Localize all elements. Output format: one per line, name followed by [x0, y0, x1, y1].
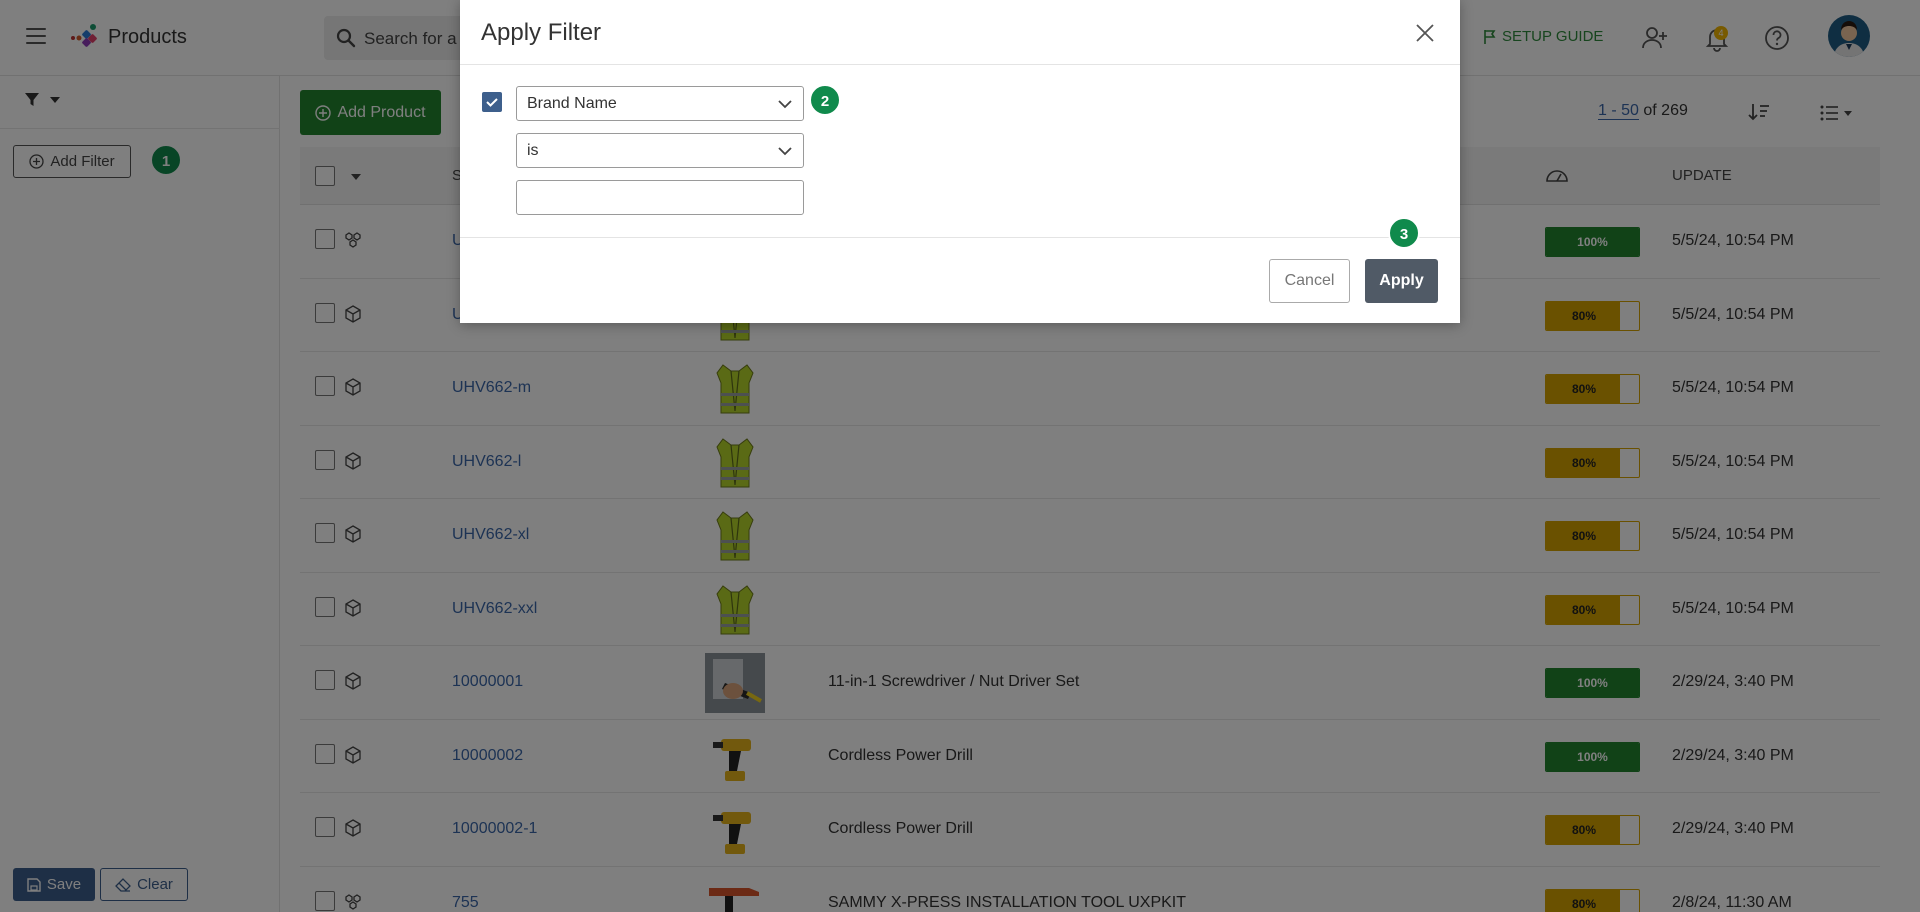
- chevron-down-icon: [778, 100, 792, 109]
- filter-field-value: Brand Name: [527, 95, 617, 112]
- close-icon[interactable]: [1414, 22, 1436, 44]
- apply-filter-dialog: Apply Filter Brand Name 2 is 3 Cancel Ap…: [460, 0, 1460, 323]
- step-badge-3: 3: [1388, 217, 1420, 249]
- cancel-button[interactable]: Cancel: [1269, 259, 1350, 303]
- filter-enabled-checkbox[interactable]: [482, 92, 502, 112]
- dialog-title: Apply Filter: [481, 19, 602, 46]
- apply-button[interactable]: Apply: [1365, 259, 1438, 303]
- filter-value-input[interactable]: [516, 180, 804, 215]
- checkmark-icon: [486, 98, 498, 107]
- dialog-divider: [460, 237, 1460, 238]
- filter-operator-select[interactable]: is: [516, 133, 804, 168]
- filter-field-select[interactable]: Brand Name: [516, 86, 804, 121]
- chevron-down-icon: [778, 147, 792, 156]
- step-badge-2: 2: [809, 84, 841, 116]
- dialog-header: Apply Filter: [460, 0, 1460, 65]
- filter-operator-value: is: [527, 142, 539, 159]
